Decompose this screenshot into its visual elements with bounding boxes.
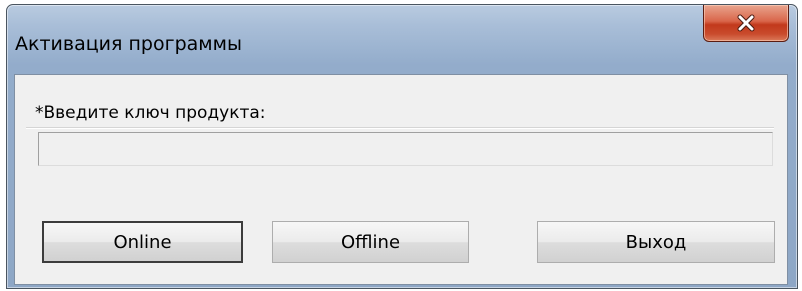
offline-button[interactable]: Offline: [272, 221, 469, 263]
group-box-line: [26, 127, 774, 129]
close-button[interactable]: [703, 5, 789, 42]
close-icon: [735, 14, 757, 32]
exit-button[interactable]: Выход: [537, 221, 775, 263]
online-button[interactable]: Online: [42, 221, 243, 263]
window-title: Активация программы: [15, 33, 242, 55]
product-key-label: *Введите ключ продукта:: [35, 103, 269, 123]
title-bar[interactable]: Активация программы: [7, 5, 797, 75]
product-key-input[interactable]: [38, 132, 773, 166]
